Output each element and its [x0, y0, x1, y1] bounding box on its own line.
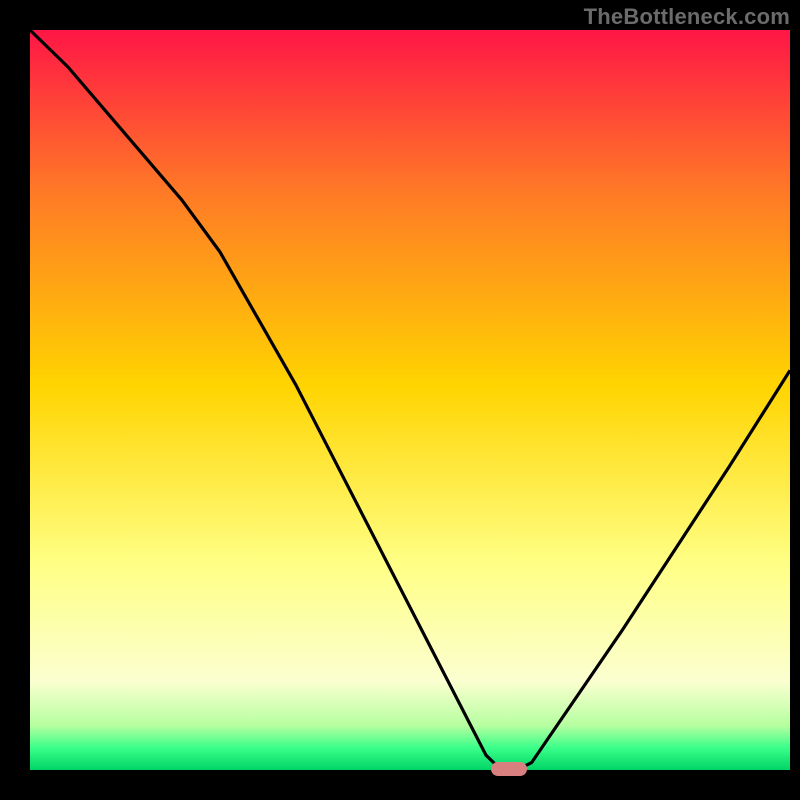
watermark-text: TheBottleneck.com — [584, 4, 790, 30]
optimal-marker — [491, 762, 527, 776]
chart-frame: TheBottleneck.com — [0, 0, 800, 800]
gradient-background — [30, 30, 790, 770]
bottleneck-chart — [0, 0, 800, 800]
